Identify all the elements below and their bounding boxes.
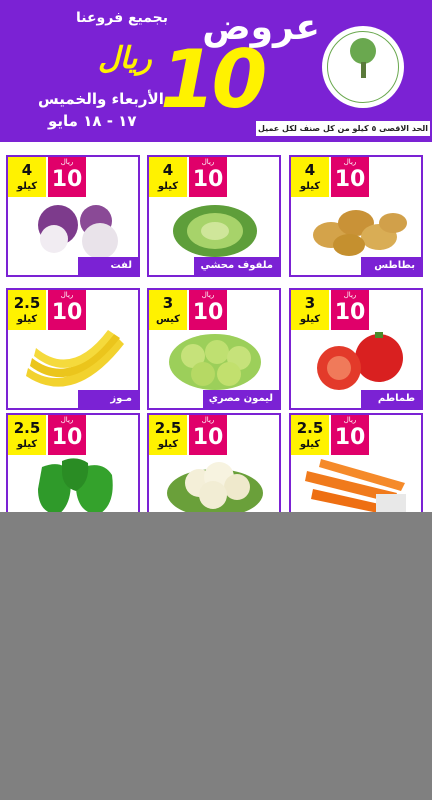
big-price: 10 xyxy=(160,33,267,126)
image-fragment xyxy=(376,494,406,512)
quantity-value: 2.5 xyxy=(13,419,41,437)
product-name: لفت xyxy=(78,257,138,275)
quantity-unit: كيلو xyxy=(299,314,321,325)
price-currency: ريال xyxy=(343,416,357,424)
price-badge: ريال 10 xyxy=(331,415,369,455)
price-value: 10 xyxy=(334,425,366,450)
cauliflower-image xyxy=(167,462,263,512)
price-value: 10 xyxy=(334,167,366,192)
price-badge: ريال 10 xyxy=(48,415,86,455)
quantity-unit: كيلو xyxy=(16,314,38,325)
price-currency: ريال xyxy=(201,291,215,299)
quantity-value: 3 xyxy=(162,294,174,312)
quantity-value: 2.5 xyxy=(154,419,182,437)
price-value: 10 xyxy=(192,300,224,325)
tomatoes-image xyxy=(317,332,403,390)
price-value: 10 xyxy=(334,300,366,325)
tree-icon xyxy=(350,38,376,64)
price-value: 10 xyxy=(192,167,224,192)
big-currency: ريال xyxy=(98,41,152,76)
product-name: مـوز xyxy=(78,390,138,408)
turnips-image xyxy=(38,205,118,259)
price-value: 10 xyxy=(51,167,83,192)
quantity-badge: 4 كيلو xyxy=(149,157,187,197)
price-badge: ريال 10 xyxy=(331,290,369,330)
offer-poster: عروض 10 ريال بجميع فروعنا الأربعاء والخم… xyxy=(0,0,432,512)
price-badge: ريال 10 xyxy=(48,290,86,330)
price-badge: ريال 10 xyxy=(331,157,369,197)
quantity-badge: 2.5 كيلو xyxy=(149,415,187,455)
quantity-value: 4 xyxy=(162,161,174,179)
price-value: 10 xyxy=(51,425,83,450)
price-currency: ريال xyxy=(60,291,74,299)
quantity-unit: كيلو xyxy=(157,439,179,450)
price-value: 10 xyxy=(192,425,224,450)
quantity-badge: 3 كيس xyxy=(149,290,187,330)
price-currency: ريال xyxy=(201,416,215,424)
product-card: 4 كيلو ريال 10 بطاطس xyxy=(289,155,423,277)
quantity-value: 3 xyxy=(304,294,316,312)
quantity-badge: 2.5 كيلو xyxy=(291,415,329,455)
quantity-unit: كيلو xyxy=(299,439,321,450)
price-currency: ريال xyxy=(343,158,357,166)
product-card: 2.5 كيلو ريال 10 xyxy=(6,413,140,512)
potatoes-image xyxy=(313,210,407,256)
store-logo xyxy=(322,26,404,108)
days-text: الأربعاء والخميس xyxy=(38,90,164,108)
tree-trunk-icon xyxy=(361,62,366,78)
dates-text: ١٧ - ١٨ مايو xyxy=(48,112,137,130)
quantity-badge: 2.5 كيلو xyxy=(8,290,46,330)
branches-text: بجميع فروعنا xyxy=(76,10,168,26)
quantity-unit: كيلو xyxy=(16,439,38,450)
product-card: 2.5 كيلو ريال 10 مـوز xyxy=(6,288,140,410)
price-badge: ريال 10 xyxy=(189,415,227,455)
product-name: ملفوف محشي xyxy=(194,257,279,275)
limit-notice: الحد الاقصى ٥ كيلو من كل صنف لكل عميل xyxy=(256,121,430,136)
price-badge: ريال 10 xyxy=(189,157,227,197)
bananas-image xyxy=(26,330,124,387)
cabbage-image xyxy=(173,205,257,257)
lemons-image xyxy=(169,334,261,390)
quantity-value: 2.5 xyxy=(13,294,41,312)
quantity-badge: 4 كيلو xyxy=(8,157,46,197)
quantity-value: 2.5 xyxy=(296,419,324,437)
green-peppers-image xyxy=(38,458,113,512)
product-name: بطاطس xyxy=(361,257,421,275)
product-card: 3 كيلو ريال 10 طماطم xyxy=(289,288,423,410)
product-card: 4 كيلو ريال 10 لفت xyxy=(6,155,140,277)
price-currency: ريال xyxy=(201,158,215,166)
quantity-unit: كيس xyxy=(155,314,181,325)
product-name: طماطم xyxy=(361,390,421,408)
quantity-value: 4 xyxy=(21,161,33,179)
price-badge: ريال 10 xyxy=(189,290,227,330)
quantity-value: 4 xyxy=(304,161,316,179)
product-card: 2.5 كيلو ريال 10 xyxy=(147,413,281,512)
price-currency: ريال xyxy=(60,158,74,166)
quantity-unit: كيلو xyxy=(157,181,179,192)
product-name: ليمون مصري xyxy=(202,390,279,408)
quantity-badge: 3 كيلو xyxy=(291,290,329,330)
quantity-badge: 4 كيلو xyxy=(291,157,329,197)
quantity-unit: كيلو xyxy=(16,181,38,192)
price-badge: ريال 10 xyxy=(48,157,86,197)
price-currency: ريال xyxy=(60,416,74,424)
price-currency: ريال xyxy=(343,291,357,299)
product-card: 4 كيلو ريال 10 ملفوف محشي xyxy=(147,155,281,277)
quantity-badge: 2.5 كيلو xyxy=(8,415,46,455)
poster-header: عروض 10 ريال بجميع فروعنا الأربعاء والخم… xyxy=(0,0,432,142)
product-card: 3 كيس ريال 10 ليمون مصري xyxy=(147,288,281,410)
quantity-unit: كيلو xyxy=(299,181,321,192)
price-value: 10 xyxy=(51,300,83,325)
